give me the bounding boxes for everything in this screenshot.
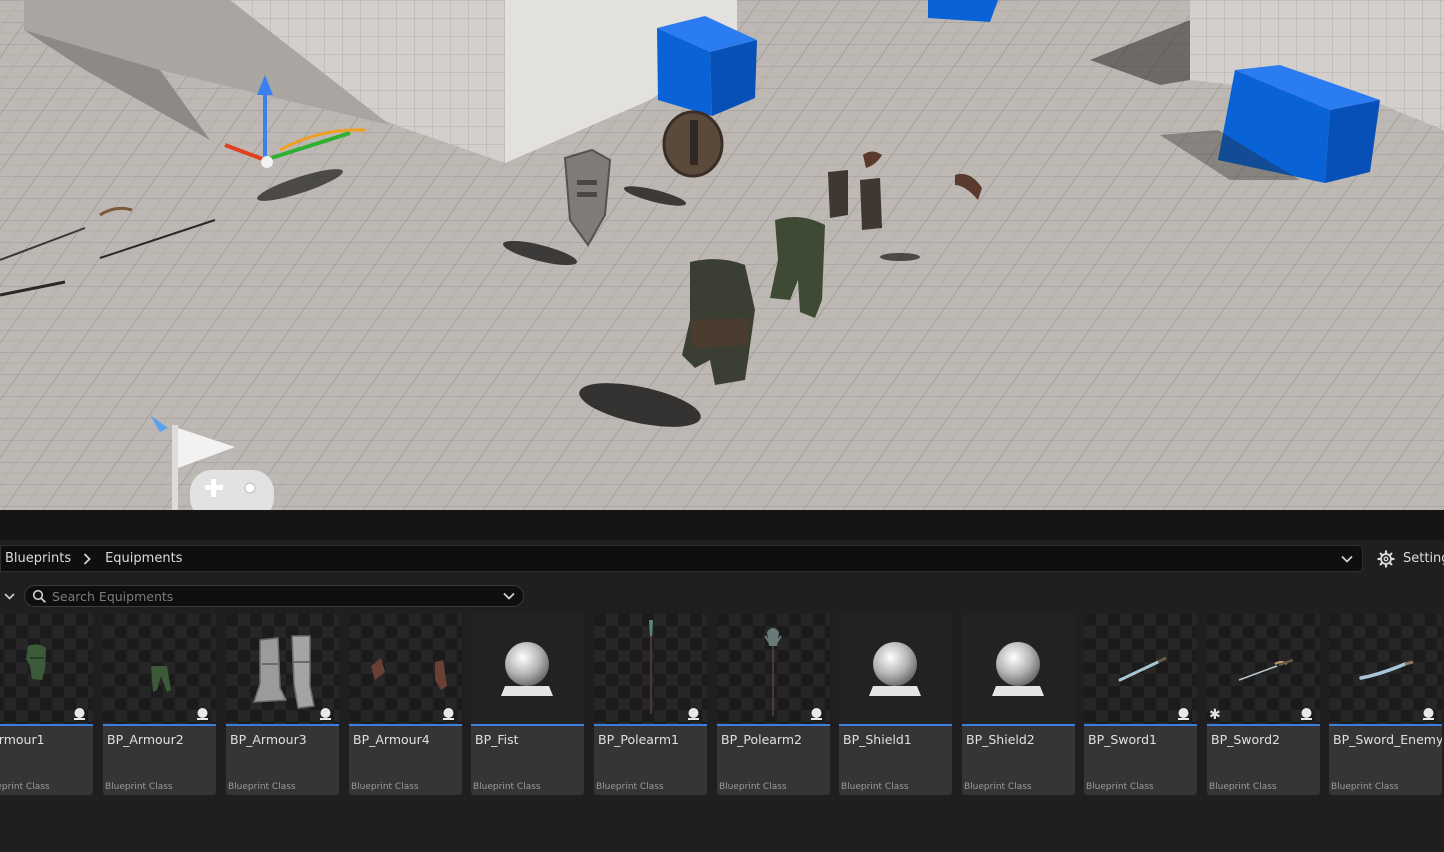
asset-class: Blueprint Class bbox=[1331, 782, 1399, 792]
thumbnail bbox=[471, 614, 584, 724]
asset-tile-sword2[interactable]: ✱ BP_Sword2 Blueprint Class bbox=[1207, 614, 1320, 795]
asset-class: Blueprint Class bbox=[596, 782, 664, 792]
asset-type-color-bar bbox=[962, 724, 1075, 726]
blueprint-badge-icon bbox=[1423, 708, 1434, 720]
asset-name: BP_Armour2 bbox=[107, 732, 184, 747]
default-sphere-icon bbox=[992, 642, 1044, 696]
blueprint-badge-icon bbox=[1301, 708, 1312, 720]
asset-class: Blueprint Class bbox=[719, 782, 787, 792]
asset-type-color-bar bbox=[1329, 724, 1442, 726]
asset-class: Blueprint Class bbox=[841, 782, 909, 792]
chevron-down-icon bbox=[3, 592, 15, 600]
asset-name: BP_Sword_Enemy bbox=[1333, 732, 1442, 747]
blueprint-badge-icon bbox=[74, 708, 85, 720]
gear-icon bbox=[1377, 549, 1395, 568]
chevron-down-icon[interactable] bbox=[503, 590, 515, 602]
breadcrumb: Blueprints Equipments bbox=[0, 545, 1363, 572]
asset-tile-sword-enemy[interactable]: BP_Sword_Enemy Blueprint Class bbox=[1329, 614, 1442, 795]
asset-tile-polearm2[interactable]: BP_Polearm2 Blueprint Class bbox=[717, 614, 830, 795]
asset-name: BP_Armour4 bbox=[353, 732, 430, 747]
asset-name: BP_Polearm2 bbox=[721, 732, 802, 747]
asset-tile-armour4[interactable]: BP_Armour4 Blueprint Class bbox=[349, 614, 462, 795]
asset-tile-fist[interactable]: BP_Fist Blueprint Class bbox=[471, 614, 584, 795]
settings-label: Settings bbox=[1403, 551, 1444, 566]
breadcrumb-item-blueprints[interactable]: Blueprints bbox=[1, 551, 71, 566]
asset-tile-armour2[interactable]: BP_Armour2 Blueprint Class bbox=[103, 614, 216, 795]
chevron-down-icon[interactable] bbox=[1340, 552, 1354, 566]
asset-class: Blueprint Class bbox=[351, 782, 419, 792]
asset-name: _Armour1 bbox=[0, 732, 45, 747]
asset-type-color-bar bbox=[839, 724, 952, 726]
asset-name: BP_Sword1 bbox=[1088, 732, 1157, 747]
settings-button[interactable]: Settings bbox=[1377, 545, 1444, 572]
modified-asterisk-icon: ✱ bbox=[1209, 707, 1221, 723]
thumbnail bbox=[839, 614, 952, 724]
asset-type-color-bar bbox=[1084, 724, 1197, 726]
asset-class: Blueprint Class bbox=[964, 782, 1032, 792]
asset-type-color-bar bbox=[471, 724, 584, 726]
asset-name: BP_Shield1 bbox=[843, 732, 912, 747]
search-icon bbox=[32, 589, 46, 603]
blueprint-badge-icon bbox=[811, 708, 822, 720]
asset-tile-polearm1[interactable]: BP_Polearm1 Blueprint Class bbox=[594, 614, 707, 795]
viewport-scene[interactable] bbox=[0, 0, 1444, 510]
blueprint-badge-icon bbox=[197, 708, 208, 720]
asset-name: BP_Polearm1 bbox=[598, 732, 679, 747]
asset-type-color-bar bbox=[717, 724, 830, 726]
level-viewport[interactable] bbox=[0, 0, 1444, 510]
asset-tile-armour3[interactable]: BP_Armour3 Blueprint Class bbox=[226, 614, 339, 795]
asset-name: BP_Shield2 bbox=[966, 732, 1035, 747]
asset-class: Blueprint Class bbox=[1209, 782, 1277, 792]
blueprint-badge-icon bbox=[688, 708, 699, 720]
asset-name: BP_Sword2 bbox=[1211, 732, 1280, 747]
blueprint-badge-icon bbox=[443, 708, 454, 720]
asset-class: Blueprint Class bbox=[1086, 782, 1154, 792]
asset-tile-shield1[interactable]: BP_Shield1 Blueprint Class bbox=[839, 614, 952, 795]
asset-type-color-bar bbox=[594, 724, 707, 726]
asset-tile-shield2[interactable]: BP_Shield2 Blueprint Class bbox=[962, 614, 1075, 795]
asset-type-color-bar bbox=[103, 724, 216, 726]
asset-class: Blueprint Class bbox=[0, 782, 50, 792]
asset-tile-armour1[interactable]: _Armour1 Blueprint Class bbox=[0, 614, 93, 795]
asset-type-color-bar bbox=[0, 724, 93, 726]
asset-class: Blueprint Class bbox=[473, 782, 541, 792]
chevron-right-icon bbox=[83, 552, 91, 565]
asset-class: Blueprint Class bbox=[105, 782, 173, 792]
breadcrumb-item-equipments[interactable]: Equipments bbox=[101, 551, 182, 566]
viewport-bottom-bar bbox=[0, 510, 1444, 540]
asset-name: BP_Fist bbox=[475, 732, 519, 747]
search-input[interactable] bbox=[52, 588, 503, 604]
asset-type-color-bar bbox=[226, 724, 339, 726]
asset-class: Blueprint Class bbox=[228, 782, 296, 792]
search-box[interactable] bbox=[24, 585, 524, 607]
asset-type-color-bar bbox=[1207, 724, 1320, 726]
asset-type-color-bar bbox=[349, 724, 462, 726]
asset-grid: _Armour1 Blueprint Class BP_Armour2 Blue… bbox=[0, 614, 1444, 798]
blueprint-badge-icon bbox=[320, 708, 331, 720]
default-sphere-icon bbox=[869, 642, 921, 696]
filters-toggle-button[interactable] bbox=[2, 588, 16, 604]
default-sphere-icon bbox=[501, 642, 553, 696]
thumbnail bbox=[962, 614, 1075, 724]
asset-name: BP_Armour3 bbox=[230, 732, 307, 747]
blueprint-badge-icon bbox=[1178, 708, 1189, 720]
asset-tile-sword1[interactable]: BP_Sword1 Blueprint Class bbox=[1084, 614, 1197, 795]
